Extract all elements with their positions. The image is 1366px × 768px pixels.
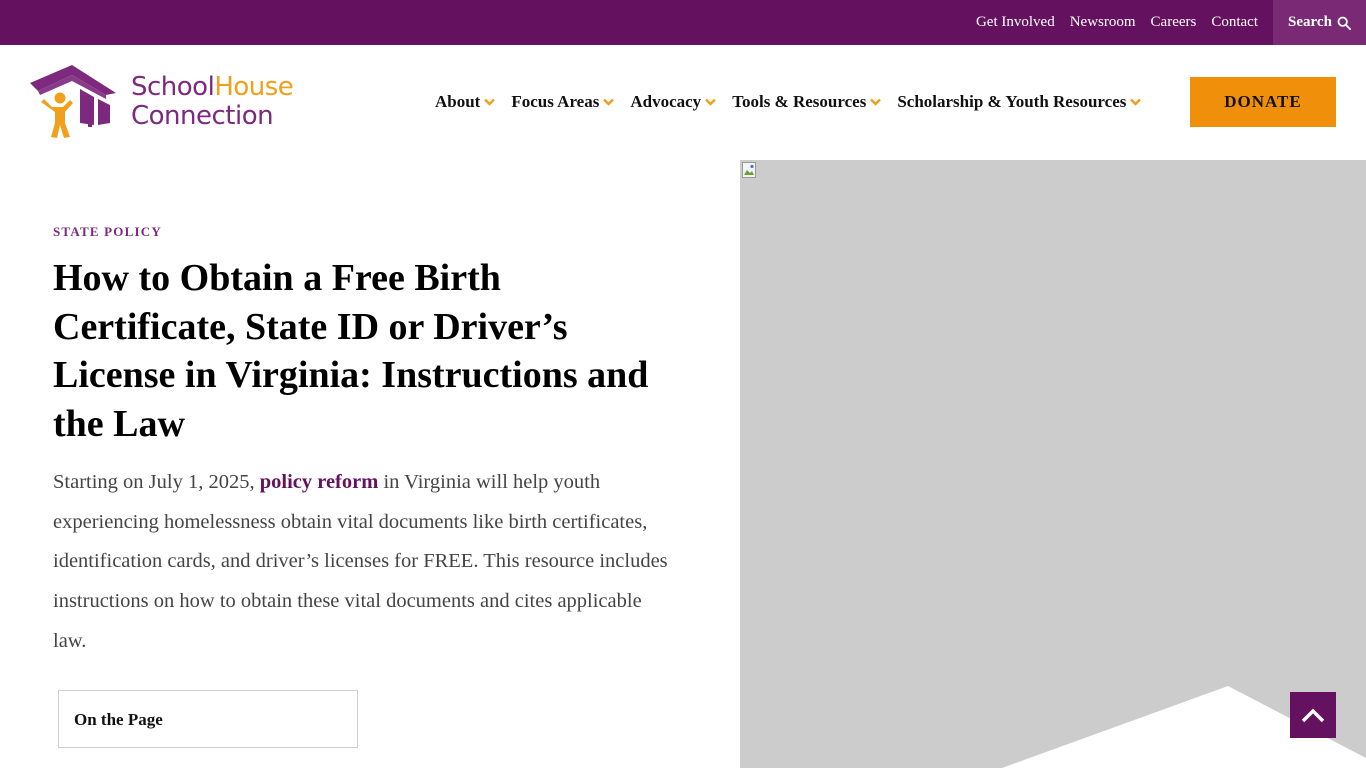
logo-house: House xyxy=(214,72,294,102)
hero-image xyxy=(740,160,1366,768)
nav-item-about[interactable]: About xyxy=(435,92,496,112)
nav-item-label: Focus Areas xyxy=(511,92,600,111)
chevron-down-icon xyxy=(484,98,496,106)
logo-connection: Connection xyxy=(131,101,274,131)
site-logo[interactable]: SchoolHouse Connection xyxy=(30,65,300,140)
utility-link-careers[interactable]: Careers xyxy=(1151,14,1197,31)
search-icon xyxy=(1337,16,1351,30)
nav-item-scholarship-youth-resources[interactable]: Scholarship & Youth Resources xyxy=(897,92,1142,112)
utility-bar: Get Involved Newsroom Careers Contact Se… xyxy=(0,0,1366,45)
chevron-up-icon xyxy=(1301,708,1325,723)
main-nav: About Focus Areas Advocacy Tools & Resou… xyxy=(435,89,1142,115)
nav-item-tools-resources[interactable]: Tools & Resources xyxy=(732,92,882,112)
nav-item-advocacy[interactable]: Advocacy xyxy=(630,92,717,112)
intro-paragraph: Starting on July 1, 2025, policy reform … xyxy=(53,463,678,662)
nav-item-label: Scholarship & Youth Resources xyxy=(897,92,1127,111)
utility-link-get-involved[interactable]: Get Involved xyxy=(976,14,1055,31)
intro-text-end: in Virginia will help youth experiencing… xyxy=(53,471,668,652)
logo-school: School xyxy=(131,72,215,102)
schoolhouse-logo-icon xyxy=(30,65,116,138)
search-button[interactable]: Search xyxy=(1273,0,1366,45)
on-the-page-toc[interactable]: On the Page xyxy=(58,690,358,748)
donate-button[interactable]: DONATE xyxy=(1190,77,1336,127)
chevron-down-icon xyxy=(870,98,882,106)
nav-item-label: About xyxy=(435,92,481,111)
toc-title: On the Page xyxy=(74,710,163,729)
chevron-down-icon xyxy=(603,98,615,106)
nav-item-label: Tools & Resources xyxy=(732,92,867,111)
utility-link-contact[interactable]: Contact xyxy=(1211,14,1258,31)
policy-reform-link[interactable]: policy reform xyxy=(260,471,379,493)
search-label: Search xyxy=(1288,14,1332,30)
utility-nav: Get Involved Newsroom Careers Contact xyxy=(976,0,1258,45)
nav-item-focus-areas[interactable]: Focus Areas xyxy=(511,92,615,112)
page-title: How to Obtain a Free Birth Certificate, … xyxy=(53,257,649,445)
back-to-top-button[interactable] xyxy=(1290,692,1336,738)
chevron-down-icon xyxy=(1130,98,1142,106)
chevron-down-icon xyxy=(705,98,717,106)
utility-link-newsroom[interactable]: Newsroom xyxy=(1070,14,1136,31)
decorative-wave-shape xyxy=(1002,686,1366,768)
category-eyebrow[interactable]: STATE POLICY xyxy=(53,224,162,240)
nav-item-label: Advocacy xyxy=(630,92,702,111)
logo-wordmark: SchoolHouse Connection xyxy=(131,72,294,131)
intro-text-start: Starting on July 1, 2025, xyxy=(53,471,260,493)
